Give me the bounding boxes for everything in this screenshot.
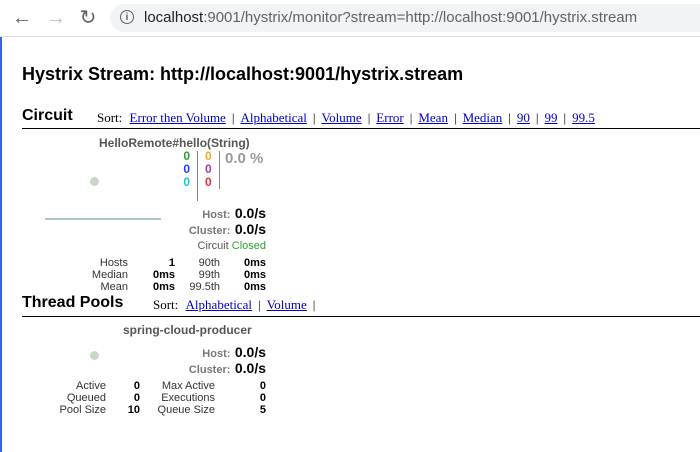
- error-divider: [219, 151, 220, 189]
- sort-99[interactable]: 99: [545, 110, 558, 125]
- stat-row: Median 0ms 99th 0ms: [91, 269, 266, 281]
- error-percentage: 0.0 %: [225, 150, 264, 167]
- forward-arrow-icon[interactable]: →: [44, 6, 68, 30]
- circuit-counts-left: 0 0 0: [182, 150, 190, 189]
- sort-label: Sort:: [97, 110, 123, 125]
- sort-90[interactable]: 90: [517, 110, 530, 125]
- circuit-divider: [22, 128, 700, 129]
- sort-error[interactable]: Error: [376, 110, 403, 125]
- thread-pool-name: spring-cloud-producer: [123, 323, 252, 337]
- thread-pool-health-circle: [90, 351, 99, 360]
- circuit-health-circle: [90, 177, 99, 186]
- sort-volume[interactable]: Volume: [321, 110, 361, 125]
- sort-alphabetical[interactable]: Alphabetical: [240, 110, 306, 125]
- reload-icon[interactable]: ↻: [76, 6, 100, 30]
- circuit-counts-right: 0 0 0: [205, 150, 212, 189]
- thread-pools-section-title: Thread Pools: [22, 294, 124, 311]
- pool-cluster-rate: Cluster: 0.0/s: [188, 360, 266, 376]
- sort-mean[interactable]: Mean: [418, 110, 448, 125]
- circuit-section-title: Circuit: [22, 107, 73, 124]
- stat-row: Hosts 1 90th 0ms: [99, 257, 266, 269]
- browser-toolbar: ← → ↻ i localhost:9001/hystrix/monitor?s…: [0, 0, 700, 37]
- page-title: Hystrix Stream: http://localhost:9001/hy…: [22, 64, 464, 84]
- thread-pools-divider: [22, 316, 700, 317]
- failure-count: 0: [205, 175, 212, 189]
- stat-row: Mean 0ms 99.5th 0ms: [100, 281, 266, 293]
- url-text[interactable]: localhost:9001/hystrix/monitor?stream=ht…: [144, 9, 637, 26]
- circuit-status: Circuit Closed: [197, 240, 266, 252]
- pool-stats: Active 0 Max Active 0 Queued 0 Execution…: [50, 380, 270, 416]
- sort-99-5[interactable]: 99.5: [572, 110, 595, 125]
- bad-request-count: 0: [183, 175, 190, 189]
- stat-row: Queued 0 Executions 0: [66, 392, 266, 404]
- circuit-name: HelloRemote#hello(String): [99, 136, 250, 150]
- sort-error-then-volume[interactable]: Error then Volume: [130, 110, 226, 125]
- sort-median[interactable]: Median: [463, 110, 503, 125]
- thread-pools-sort-bar: Sort: Alphabetical | Volume |: [153, 297, 316, 312]
- address-bar[interactable]: i localhost:9001/hystrix/monitor?stream=…: [110, 4, 700, 32]
- circuit-cluster-rate: Cluster: 0.0/s: [188, 221, 266, 237]
- page-left-border: [0, 37, 2, 452]
- circuit-stats: Hosts 1 90th 0ms Median 0ms 99th 0ms Mea…: [60, 257, 270, 293]
- pool-sort-alphabetical[interactable]: Alphabetical: [186, 297, 252, 312]
- stat-row: Pool Size 10 Queue Size 5: [59, 404, 266, 416]
- stat-row: Active 0 Max Active 0: [76, 380, 266, 392]
- pool-sort-volume[interactable]: Volume: [267, 297, 307, 312]
- back-arrow-icon[interactable]: ←: [10, 6, 34, 30]
- info-icon[interactable]: i: [120, 10, 134, 24]
- circuit-sort-bar: Sort: Error then Volume | Alphabetical | Vol…: [97, 110, 595, 125]
- counts-divider: [197, 151, 198, 201]
- sort-label: Sort:: [153, 297, 179, 312]
